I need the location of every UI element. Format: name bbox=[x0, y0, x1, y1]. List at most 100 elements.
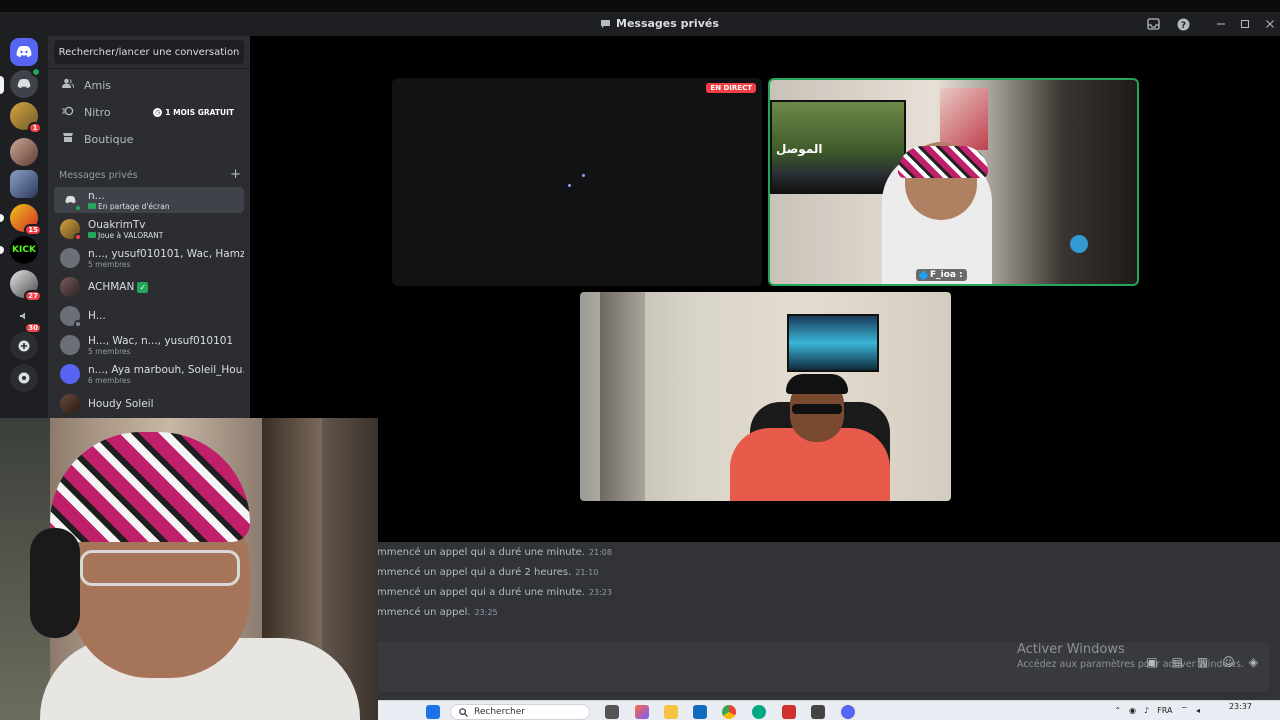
message-composer[interactable]: Activer Windows Accédez aux paramètres p… bbox=[250, 642, 1280, 700]
dm-name: ACHMAN bbox=[88, 281, 135, 293]
video-tile-speaking[interactable]: الموصل F_ioa : bbox=[768, 78, 1139, 286]
taskview-icon[interactable] bbox=[605, 705, 619, 719]
dm-item[interactable]: n... En partage d'écran bbox=[54, 187, 244, 213]
explore-button[interactable] bbox=[10, 364, 38, 392]
copilot-icon[interactable] bbox=[635, 705, 649, 719]
gif-icon[interactable]: ▤ bbox=[1172, 655, 1183, 669]
language-indicator[interactable]: FRA bbox=[1157, 706, 1172, 715]
add-server-button[interactable] bbox=[10, 332, 38, 360]
hat-shape bbox=[50, 432, 250, 542]
maximize-icon[interactable] bbox=[1237, 16, 1253, 32]
avatar bbox=[60, 190, 82, 212]
dm-item[interactable]: n..., Aya marbouh, Soleil_Hou... 6 membr… bbox=[54, 361, 244, 387]
video-tile[interactable] bbox=[580, 292, 951, 501]
server-2[interactable] bbox=[10, 67, 41, 98]
live-badge: EN DIRECT bbox=[706, 83, 756, 93]
apps-icon[interactable]: ◈ bbox=[1249, 655, 1258, 669]
kick-label: KICK bbox=[12, 245, 36, 255]
app-icon[interactable] bbox=[811, 705, 825, 719]
system-tray: ⌃ ◉ ♪ FRA ⌔ ◂ bbox=[1114, 705, 1200, 715]
status-offline bbox=[74, 320, 82, 328]
dm-item[interactable]: Houdy Soleil bbox=[54, 391, 244, 417]
server-8[interactable]: 27 bbox=[10, 270, 42, 302]
dm-item[interactable]: H..., Wac, n..., yusuf010101 5 membres bbox=[54, 332, 244, 358]
clock-icon: ◷ bbox=[153, 107, 163, 117]
dm-activity-text: Joue à VALORANT bbox=[98, 230, 164, 240]
dm-members: 5 membres bbox=[88, 259, 131, 269]
find-conversation-button[interactable]: Rechercher/lancer une conversation bbox=[54, 40, 244, 64]
selected-indicator bbox=[0, 76, 4, 94]
svg-text:?: ? bbox=[1180, 21, 1185, 31]
tv-text: الموصل bbox=[776, 142, 823, 156]
mic-icon[interactable]: ♪ bbox=[1144, 706, 1149, 715]
avatar bbox=[60, 306, 82, 328]
start-icon[interactable] bbox=[426, 705, 440, 719]
server-kick[interactable]: KICK bbox=[10, 236, 38, 264]
cap-shape bbox=[786, 374, 848, 394]
create-dm-icon[interactable]: + bbox=[230, 168, 241, 181]
server-6[interactable]: 15 bbox=[10, 204, 42, 236]
nav-friends[interactable]: Amis bbox=[56, 73, 242, 97]
server-4[interactable] bbox=[10, 138, 38, 166]
minimize-icon[interactable] bbox=[1213, 16, 1229, 32]
chevron-up-icon[interactable]: ⌃ bbox=[1114, 706, 1121, 715]
dm-members: 5 membres bbox=[88, 346, 131, 356]
dm-members: 6 membres bbox=[88, 375, 131, 385]
nitro-gem-icon bbox=[918, 270, 929, 280]
unread-indicator bbox=[0, 214, 4, 222]
dm-name: OuakrimTv bbox=[88, 218, 146, 231]
whatsapp-icon[interactable] bbox=[752, 705, 766, 719]
shop-icon bbox=[60, 132, 76, 146]
wifi-icon[interactable]: ⌔ bbox=[1180, 705, 1188, 715]
dm-item[interactable]: ACHMAN ✓ bbox=[54, 274, 244, 300]
server-discord-home[interactable] bbox=[10, 38, 38, 66]
hat-shape bbox=[898, 146, 988, 178]
stream-tile[interactable]: EN DIRECT bbox=[392, 78, 762, 286]
dm-item[interactable]: n..., yusuf010101, Wac, Hamza ... 5 memb… bbox=[54, 245, 244, 271]
nav-shop[interactable]: Boutique bbox=[56, 127, 242, 151]
explorer-icon[interactable] bbox=[664, 705, 678, 719]
network-icon[interactable]: ◉ bbox=[1129, 706, 1136, 715]
volume-icon[interactable]: ◂ bbox=[1196, 706, 1200, 715]
dm-section-title: Messages privés bbox=[59, 170, 138, 181]
gift-icon[interactable]: ▣ bbox=[1146, 655, 1157, 669]
store-icon[interactable] bbox=[693, 705, 707, 719]
avatar bbox=[60, 219, 82, 241]
app-icon[interactable] bbox=[782, 705, 796, 719]
webcam-overlay bbox=[0, 418, 378, 720]
message-time: 23:23 bbox=[588, 588, 612, 597]
dm-name: H... bbox=[88, 310, 106, 322]
nav-nitro[interactable]: Nitro ◷ 1 MOIS GRATUIT bbox=[56, 100, 242, 124]
inbox-icon[interactable] bbox=[1145, 16, 1161, 32]
composer-icons: ▣ ▤ ▥ ☺ ◈ bbox=[1146, 655, 1258, 669]
nitro-promo-label: 1 MOIS GRATUIT bbox=[165, 107, 234, 117]
server-9[interactable]: 30 bbox=[10, 302, 42, 334]
window-title-text: Messages privés bbox=[616, 17, 719, 30]
light-shape bbox=[1070, 235, 1088, 253]
chrome-icon[interactable] bbox=[722, 705, 736, 719]
help-icon[interactable]: ? bbox=[1175, 16, 1191, 32]
taskbar-clock[interactable]: 23:37 bbox=[1229, 702, 1252, 711]
dm-item[interactable]: H... bbox=[54, 303, 244, 329]
dm-name: Houdy Soleil bbox=[88, 398, 154, 410]
search-icon bbox=[459, 707, 468, 717]
call-message: mmencé un appel qui a duré une minute. 23… bbox=[377, 587, 612, 598]
server-3[interactable]: 1 bbox=[10, 102, 42, 134]
close-icon[interactable] bbox=[1262, 16, 1278, 32]
dm-icon bbox=[601, 19, 610, 28]
taskbar-search[interactable]: Rechercher bbox=[450, 704, 590, 720]
dm-item[interactable]: OuakrimTv Joue à VALORANT bbox=[54, 216, 244, 242]
status-online bbox=[74, 204, 82, 212]
window-title: Messages privés bbox=[600, 17, 719, 30]
top-band bbox=[0, 0, 1280, 12]
unread-indicator bbox=[0, 246, 4, 254]
group-avatar bbox=[60, 248, 80, 268]
server-5[interactable] bbox=[10, 170, 38, 198]
compass-icon bbox=[18, 372, 30, 384]
sticker-icon[interactable]: ▥ bbox=[1197, 655, 1208, 669]
friends-icon bbox=[60, 78, 76, 92]
message-text: mmencé un appel. bbox=[377, 607, 471, 618]
call-message: mmencé un appel qui a duré 2 heures. 21:1… bbox=[377, 567, 598, 578]
discord-taskbar-icon[interactable] bbox=[841, 705, 855, 719]
emoji-icon[interactable]: ☺ bbox=[1222, 655, 1235, 669]
